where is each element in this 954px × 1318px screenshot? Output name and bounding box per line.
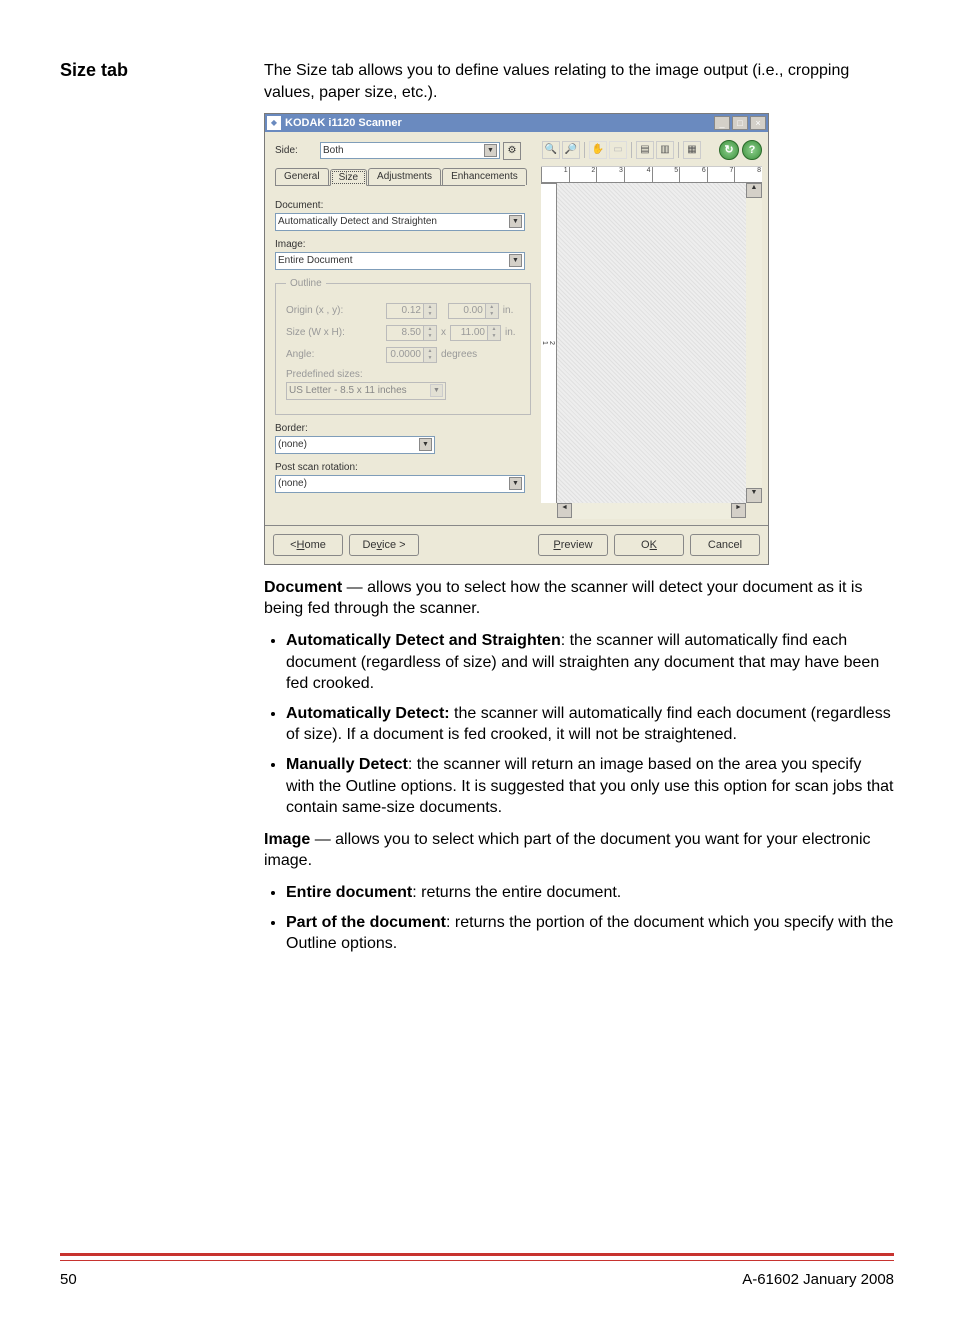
predef-label: Predefined sizes: [286, 369, 520, 380]
cancel-button[interactable]: Cancel [690, 534, 760, 556]
post-rotation-select[interactable]: (none) ▼ [275, 475, 525, 493]
preview-canvas[interactable] [557, 183, 746, 503]
page-back-icon[interactable]: ▥ [656, 141, 674, 159]
bullet-manually-detect: Manually Detect: the scanner will return… [286, 754, 894, 819]
origin-label: Origin (x , y): [286, 305, 386, 316]
hand-icon: ✋ [589, 141, 607, 159]
bullet-auto-detect-straighten: Automatically Detect and Straighten: the… [286, 630, 894, 695]
ruler-horizontal: 12345678 [541, 167, 762, 183]
document-select[interactable]: Automatically Detect and Straighten ▼ [275, 213, 525, 231]
outline-fieldset: Outline Origin (x , y): ▲▼ ▲▼ in. Size (… [275, 278, 531, 415]
chevron-down-icon: ▼ [419, 438, 432, 451]
post-rotation-value: (none) [278, 478, 307, 489]
tab-enhancements[interactable]: Enhancements [442, 168, 527, 185]
preview-button[interactable]: Preview [538, 534, 608, 556]
tab-adjustments[interactable]: Adjustments [368, 168, 441, 185]
select-icon: ▭ [609, 141, 627, 159]
device-button[interactable]: Device > [349, 534, 419, 556]
window-title: KODAK i1120 Scanner [285, 117, 714, 129]
tab-size[interactable]: Size [330, 169, 367, 186]
angle-label: Angle: [286, 349, 386, 360]
angle-unit: degrees [441, 349, 477, 360]
origin-y-spinner[interactable]: ▲▼ [448, 303, 499, 319]
image-label: Image: [275, 239, 525, 250]
border-select[interactable]: (none) ▼ [275, 436, 435, 454]
size-label: Size (W x H): [286, 327, 386, 338]
ruler-vertical: 12345678910111213 [541, 183, 557, 503]
image-value: Entire Document [278, 255, 352, 266]
app-icon: ◆ [267, 116, 281, 130]
document-value: Automatically Detect and Straighten [278, 216, 437, 227]
tab-strip: General Size Adjustments Enhancements [275, 168, 525, 186]
page-number: 50 [60, 1271, 77, 1288]
chevron-down-icon: ▼ [430, 384, 443, 397]
chevron-down-icon: ▼ [509, 215, 522, 228]
home-button[interactable]: < Home [273, 534, 343, 556]
document-label: Document: [275, 200, 525, 211]
bullet-part-document: Part of the document: returns the portio… [286, 912, 894, 955]
outline-legend: Outline [286, 278, 326, 289]
size-w-spinner[interactable]: ▲▼ [386, 325, 437, 341]
page-front-icon[interactable]: ▤ [636, 141, 654, 159]
side-settings-button[interactable]: ⚙ [503, 142, 521, 160]
size-h-spinner[interactable]: ▲▼ [450, 325, 501, 341]
image-select[interactable]: Entire Document ▼ [275, 252, 525, 270]
chevron-down-icon: ▼ [509, 477, 522, 490]
predef-select: US Letter - 8.5 x 11 inches ▼ [286, 382, 446, 400]
image-paragraph: Image — allows you to select which part … [264, 829, 894, 872]
origin-x-spinner[interactable]: ▲▼ [386, 303, 437, 319]
intro-paragraph: The Size tab allows you to define values… [264, 60, 894, 105]
scrollbar-horizontal[interactable]: ◄► [541, 503, 762, 519]
times-symbol: x [441, 327, 446, 338]
zoom-in-icon[interactable]: 🔍 [542, 141, 560, 159]
page-footer: 50 A-61602 January 2008 [0, 1261, 954, 1318]
origin-unit: in. [503, 305, 514, 316]
size-unit: in. [505, 327, 516, 338]
close-button[interactable]: × [750, 116, 766, 130]
doc-id: A-61602 January 2008 [742, 1271, 894, 1288]
titlebar: ◆ KODAK i1120 Scanner _ □ × [265, 114, 768, 132]
side-label: Side: [275, 145, 320, 156]
predef-value: US Letter - 8.5 x 11 inches [289, 385, 407, 396]
document-paragraph: Document — allows you to select how the … [264, 577, 894, 620]
border-value: (none) [278, 439, 307, 450]
angle-spinner[interactable]: ▲▼ [386, 347, 437, 363]
ok-button[interactable]: OK [614, 534, 684, 556]
post-rotation-label: Post scan rotation: [275, 462, 525, 473]
section-heading: Size tab [60, 60, 240, 81]
tab-general[interactable]: General [275, 168, 329, 185]
zoom-out-icon[interactable]: 🔎 [562, 141, 580, 159]
help-icon[interactable]: ? [742, 140, 762, 160]
minimize-button[interactable]: _ [714, 116, 730, 130]
side-value: Both [323, 145, 344, 156]
bullet-auto-detect: Automatically Detect: the scanner will a… [286, 703, 894, 746]
bullet-entire-document: Entire document: returns the entire docu… [286, 882, 894, 904]
chevron-down-icon: ▼ [484, 144, 497, 157]
refresh-icon[interactable]: ↻ [719, 140, 739, 160]
chevron-down-icon: ▼ [509, 254, 522, 267]
scanner-dialog: ◆ KODAK i1120 Scanner _ □ × Side: Both [264, 113, 769, 565]
footer-rule [60, 1253, 894, 1259]
preview-toolbar: 🔍 🔎 ✋ ▭ ▤ ▥ ▦ ↻ ? [541, 138, 762, 167]
scrollbar-vertical[interactable]: ▲▼ [746, 183, 762, 503]
maximize-button[interactable]: □ [732, 116, 748, 130]
layout-icon[interactable]: ▦ [683, 141, 701, 159]
border-label: Border: [275, 423, 525, 434]
side-combo[interactable]: Both ▼ [320, 142, 500, 159]
